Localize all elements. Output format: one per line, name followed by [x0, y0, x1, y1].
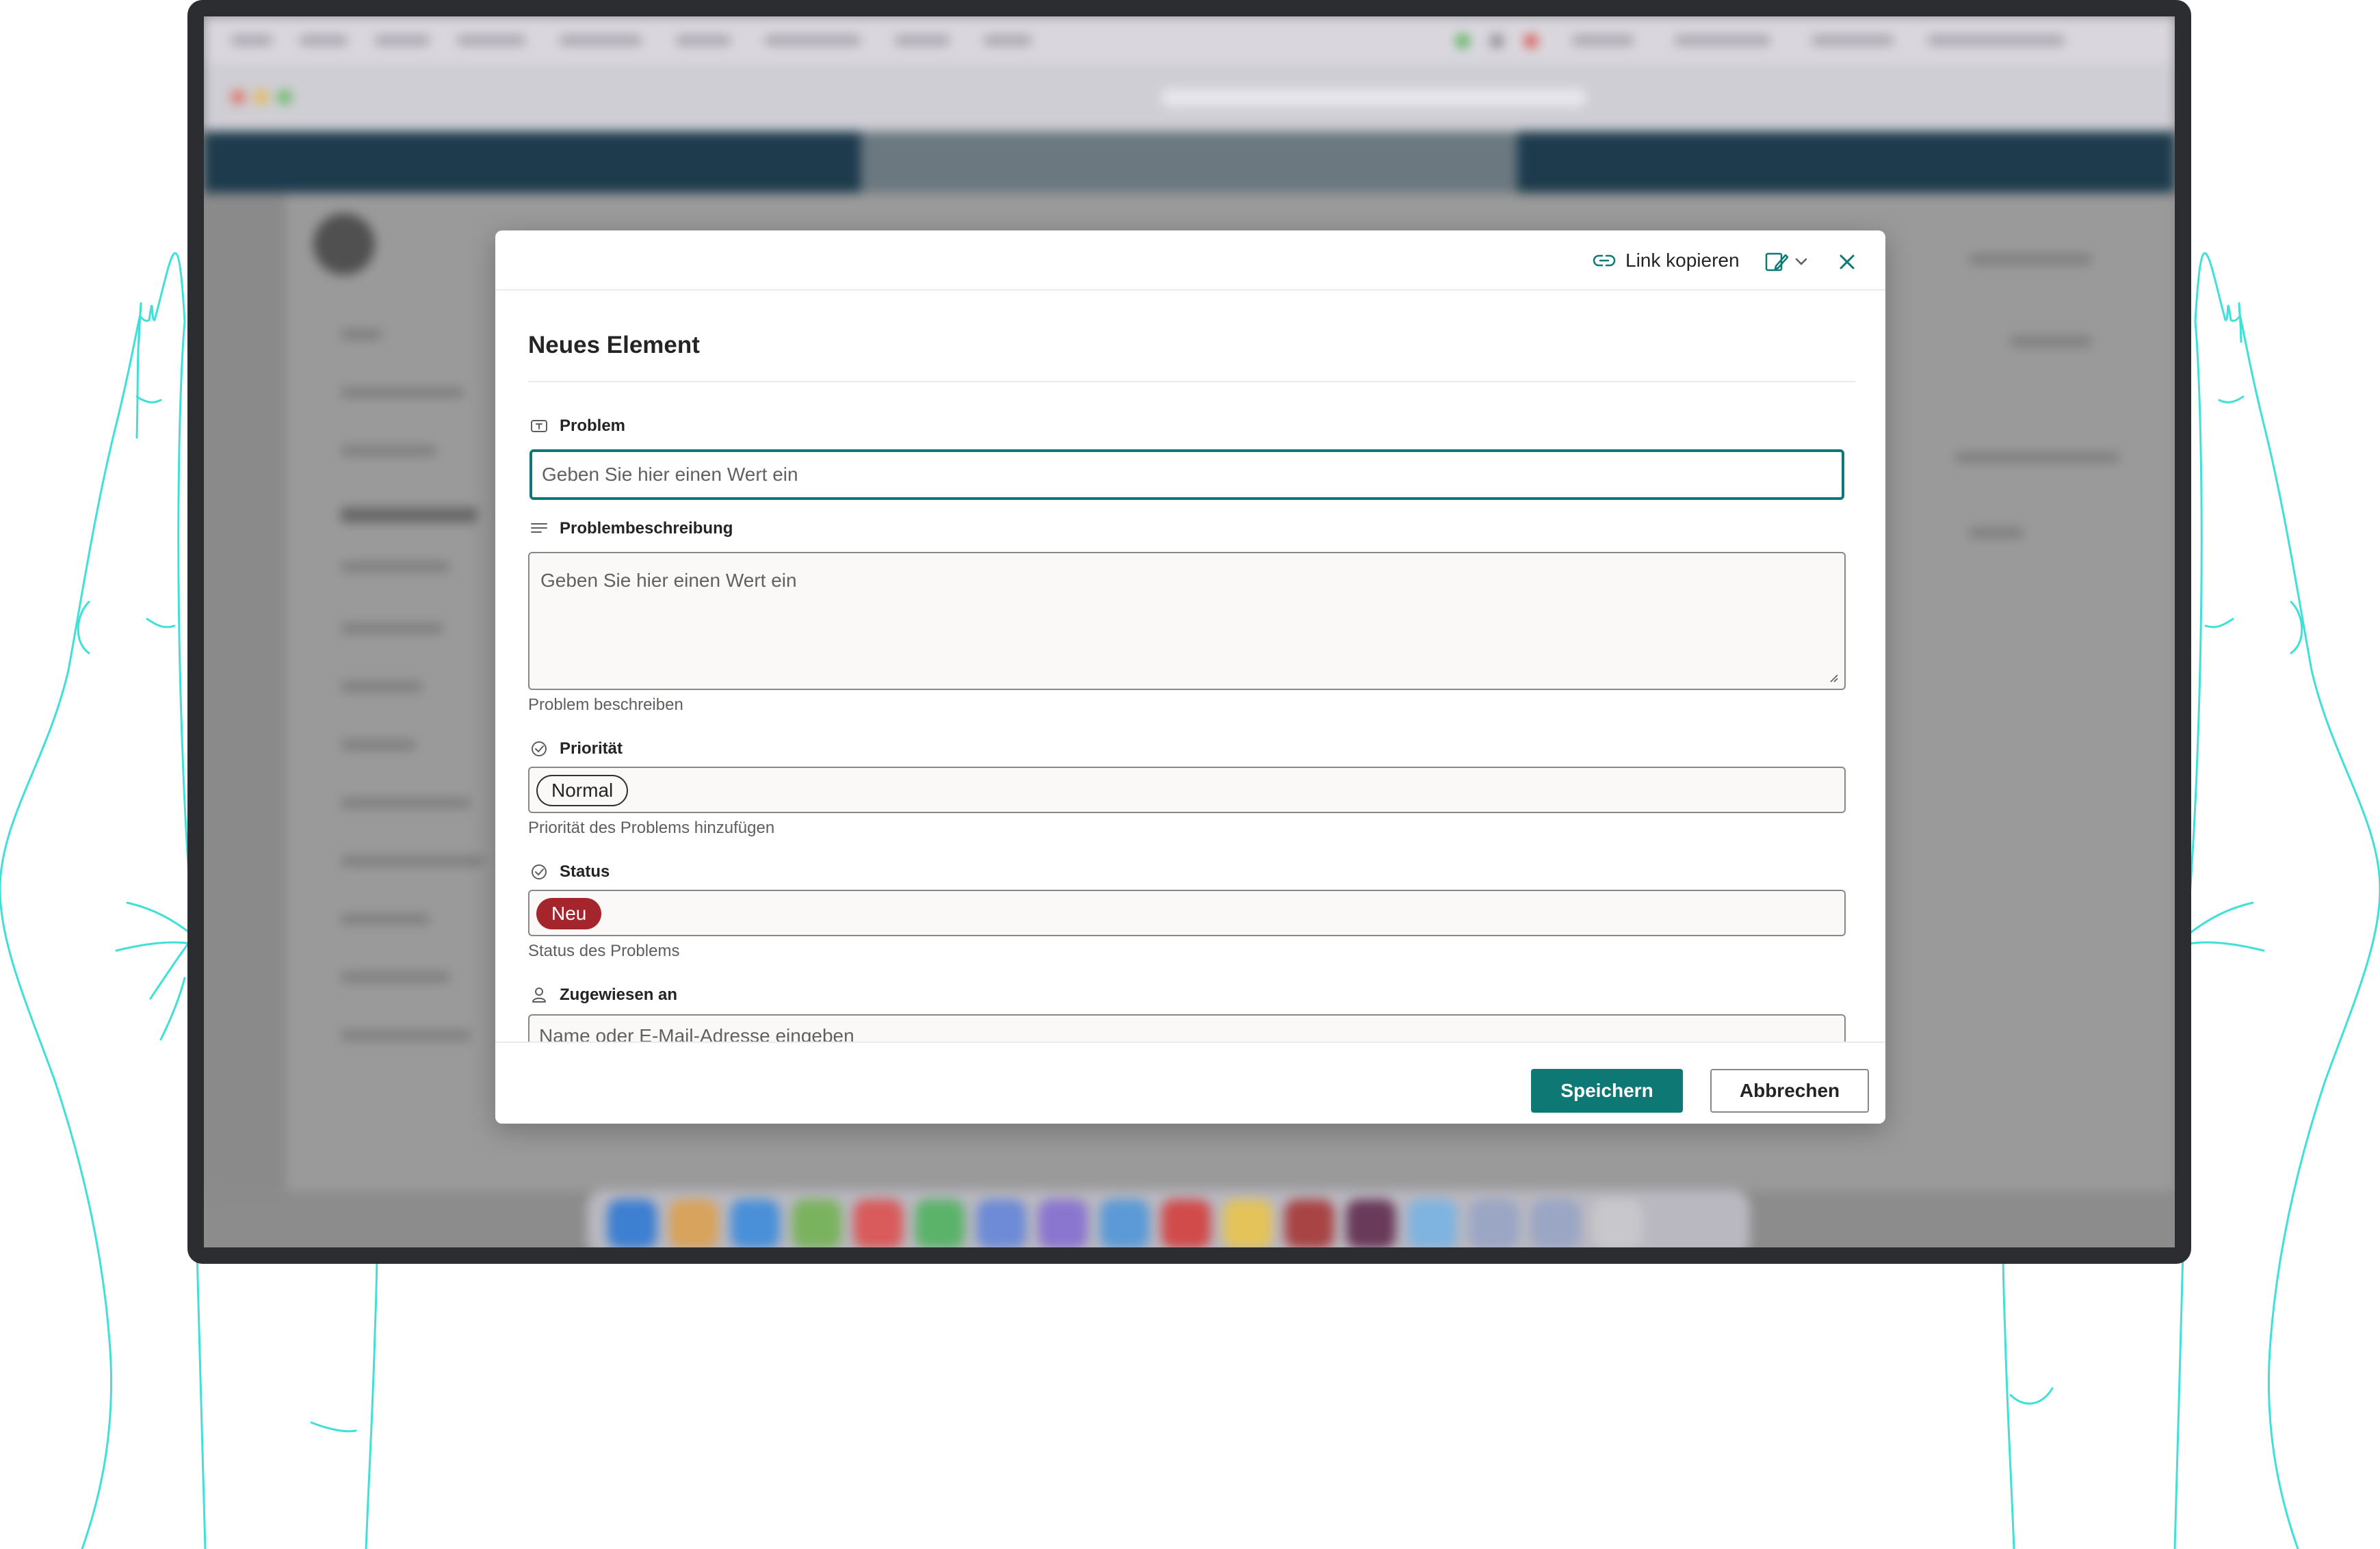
- left-knuckle-2: [146, 618, 176, 628]
- bg-browser-bar: [204, 63, 2175, 131]
- left-cuff-1: [310, 1421, 357, 1433]
- right-hand-outline: [2238, 302, 2380, 1549]
- new-item-dialog: Link kopieren Neues Element Problem Gebe…: [495, 230, 1885, 1124]
- priority-value-pill: Normal: [536, 775, 629, 806]
- device-screen: Link kopieren Neues Element Problem Gebe…: [204, 16, 2175, 1247]
- choice-check-icon: [532, 864, 547, 879]
- status-value-pill: Neu: [536, 898, 602, 929]
- left-hand-outline: [0, 302, 142, 1549]
- left-index-finger-2: [135, 315, 142, 439]
- label-assigned: Zugewiesen an: [560, 985, 678, 1004]
- choice-check-icon: [532, 741, 547, 756]
- left-knuckle-3: [135, 395, 162, 403]
- left-palm-line-2: [115, 941, 193, 952]
- assigned-to-placeholder: Name oder E-Mail-Adresse eingeben: [539, 1025, 854, 1042]
- right-cuff-1: [2009, 1387, 2054, 1405]
- text-field-icon: [531, 420, 547, 432]
- label-problem: Problem: [560, 416, 626, 435]
- right-knuckle-2: [2204, 618, 2234, 628]
- tablet-device-frame: Link kopieren Neues Element Problem Gebe…: [187, 0, 2191, 1264]
- label-status: Status: [560, 862, 610, 881]
- cancel-button[interactable]: Abbrechen: [1710, 1069, 1869, 1113]
- field-label-problem: Problem: [529, 416, 625, 436]
- label-priority: Priorität: [560, 739, 623, 758]
- field-label-status: Status: [529, 862, 610, 882]
- description-hint: Problem beschreiben: [528, 696, 683, 714]
- priority-dropdown[interactable]: Normal: [528, 767, 1846, 813]
- bg-suite-header: [204, 131, 2175, 193]
- description-placeholder: Geben Sie hier einen Wert ein: [540, 570, 797, 591]
- assigned-to-picker[interactable]: Name oder E-Mail-Adresse eingeben: [528, 1014, 1846, 1042]
- field-label-assigned: Zugewiesen an: [529, 985, 677, 1005]
- left-palm-line-3: [149, 942, 189, 1000]
- save-button[interactable]: Speichern: [1531, 1069, 1683, 1113]
- bg-menu-bar: [204, 16, 2175, 63]
- description-textarea[interactable]: Geben Sie hier einen Wert ein: [528, 552, 1846, 690]
- multiline-text-icon: [531, 523, 547, 533]
- person-icon: [532, 988, 546, 1003]
- field-label-description: Problembeschreibung: [529, 519, 733, 538]
- bg-dock: [587, 1190, 1750, 1247]
- right-palm-line-2: [2187, 941, 2265, 952]
- form-scroll-area[interactable]: Problem Problembeschreibung Geben Sie hi…: [495, 230, 1885, 1042]
- left-palm-line-1: [126, 901, 196, 938]
- status-dropdown[interactable]: Neu: [528, 890, 1846, 936]
- left-palm-line-4: [159, 977, 186, 1041]
- dialog-footer: Speichern Abbrechen: [495, 1042, 1885, 1124]
- priority-hint: Priorität des Problems hinzufügen: [528, 819, 775, 837]
- field-label-priority: Priorität: [529, 739, 623, 758]
- right-knuckle-3: [2218, 395, 2245, 403]
- right-palm-line-1: [2184, 901, 2254, 938]
- resize-grip-icon[interactable]: [1828, 672, 1839, 683]
- problem-input[interactable]: [529, 449, 1844, 500]
- status-hint: Status des Problems: [528, 942, 680, 960]
- label-description: Problembeschreibung: [560, 519, 733, 538]
